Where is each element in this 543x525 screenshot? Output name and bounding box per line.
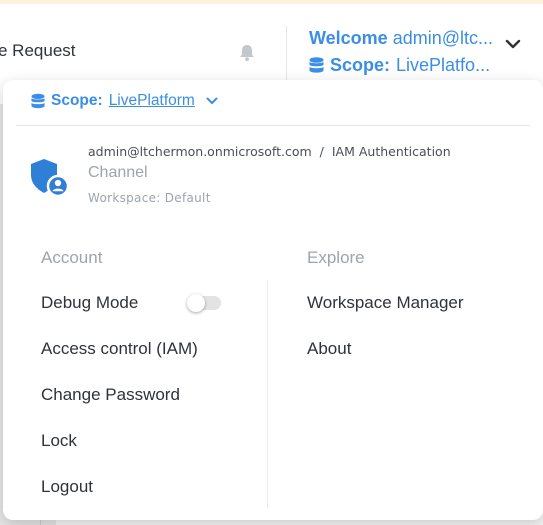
shield-user-icon [31,159,70,198]
header-scope-label: Scope: [330,55,391,75]
identity-separator: / [319,144,324,159]
menu-item-about[interactable]: About [307,339,351,359]
chevron-down-icon[interactable] [205,96,219,106]
identity-line: admin@ltchermon.onmicrosoft.com / IAM Au… [88,144,451,159]
debug-mode-toggle[interactable] [187,294,221,312]
welcome-text[interactable]: Welcome admin@ltc... [309,28,493,49]
scope-label: Scope: [51,92,103,109]
page-title: e Request [0,41,76,60]
menu-item-debug-mode[interactable]: Debug Mode [41,293,138,313]
bell-icon[interactable] [237,43,257,63]
auth-method: IAM Authentication [331,144,451,159]
account-section-title: Account [41,248,103,267]
scope-selector[interactable]: Scope: LivePlatform [31,92,219,110]
workspace-label: Workspace: Default [88,191,211,205]
scope-value-link[interactable]: LivePlatform [109,92,195,110]
column-divider [267,280,268,508]
menu-item-lock[interactable]: Lock [41,431,77,451]
user-email: admin@ltchermon.onmicrosoft.com [88,144,312,159]
menu-item-access-control[interactable]: Access control (IAM) [41,339,198,359]
header-scope[interactable]: Scope: LivePlatfo... [309,55,490,76]
explore-section-title: Explore [307,248,365,267]
welcome-label: Welcome [309,28,388,48]
toggle-knob [187,294,205,312]
menu-item-logout[interactable]: Logout [41,477,93,497]
database-icon [309,57,324,73]
header-scope-value: LivePlatfo... [396,55,491,75]
chevron-down-icon[interactable] [504,38,522,50]
database-icon [31,93,45,108]
channel-label: Channel [88,164,148,181]
menu-divider [16,125,530,126]
user-menu-dropdown: Scope: LivePlatform admin@ltchermon.onmi… [3,80,543,520]
header-divider [286,26,287,84]
menu-item-change-password[interactable]: Change Password [41,385,180,405]
menu-item-workspace-manager[interactable]: Workspace Manager [307,293,464,313]
welcome-user: admin@ltc... [392,28,494,48]
